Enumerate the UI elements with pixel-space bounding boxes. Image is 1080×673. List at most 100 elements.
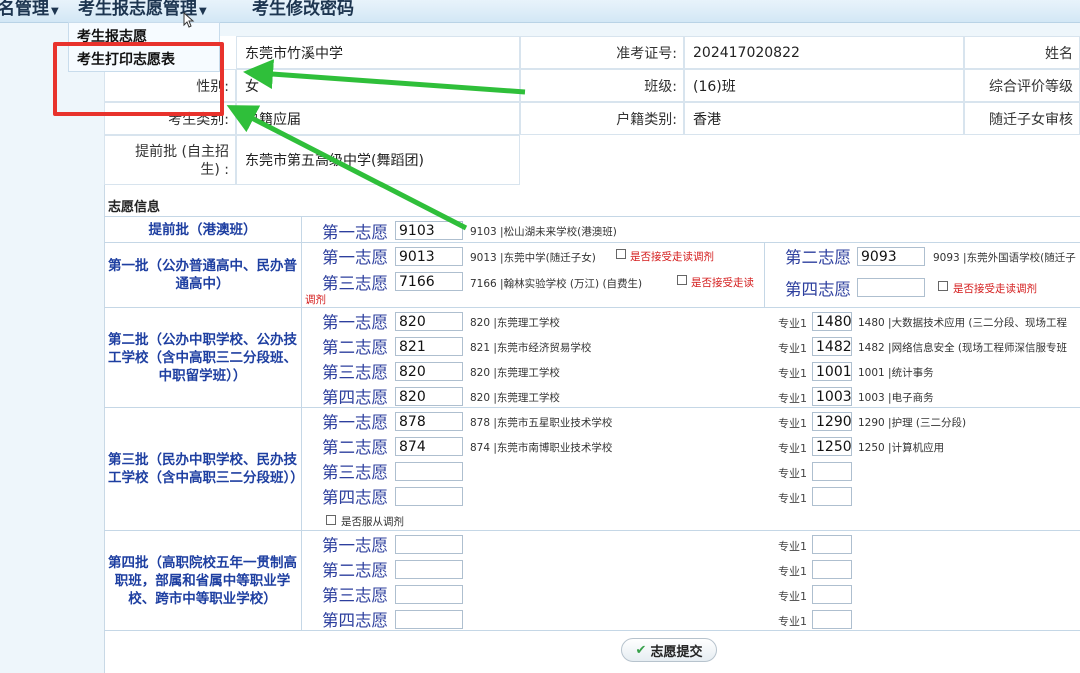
b1-choice-1-input[interactable]: 9013	[395, 247, 463, 266]
b4-choice-4-major-input[interactable]	[812, 610, 852, 629]
b2-choice-2-school: 821 |东莞市经济贸易学校	[470, 342, 592, 354]
early-label-line2: 生) :	[200, 162, 229, 178]
menu-label: 名管理	[0, 0, 49, 19]
caret-down-icon: ▼	[199, 6, 207, 17]
early-label-line1: 提前批 (自主招	[135, 144, 229, 160]
b4-choice-1-major-input[interactable]	[812, 535, 852, 554]
b1-choice-2-input[interactable]: 9093	[857, 247, 925, 266]
choice-3-label: 第三志愿	[322, 463, 388, 482]
b4-choice-3-major-input[interactable]	[812, 585, 852, 604]
b1-adjust-label: 是否接受走读调剂	[953, 283, 1037, 295]
b1-choice-1-school: 9013 |东莞中学(随迁子女)	[470, 252, 596, 264]
major-label: 专业1	[778, 590, 807, 603]
choice-3-label: 第三志愿	[322, 363, 388, 382]
b2-choice-3-school: 820 |东莞理工学校	[470, 367, 560, 379]
name-label: 姓名	[964, 36, 1080, 69]
b3-choice-1-input[interactable]: 878	[395, 412, 463, 431]
submit-button[interactable]: ✔ 志愿提交	[621, 638, 717, 662]
major-label: 专业1	[778, 565, 807, 578]
mouse-cursor-icon	[183, 12, 195, 28]
choice-1-label: 第一志愿	[322, 223, 388, 242]
b3-choice-2-major-input[interactable]: 1250	[812, 437, 852, 456]
b1-adjust-label-wrap: 调剂	[305, 294, 326, 306]
b1-adjust-label: 是否接受走读	[691, 277, 754, 289]
gender-value: 女	[236, 69, 520, 102]
choice-1-label: 第一志愿	[322, 536, 388, 555]
class-value: (16)班	[684, 69, 964, 102]
school-value: 东莞市竹溪中学	[236, 36, 520, 69]
b2-choice-4-major-input[interactable]: 1003	[812, 387, 852, 406]
b4-choice-2-input[interactable]	[395, 560, 463, 579]
hukou-label: 户籍类别:	[520, 102, 684, 135]
b3-choice-3-major-input[interactable]	[812, 462, 852, 481]
b3-choice-3-input[interactable]	[395, 462, 463, 481]
b3-choice-1-major-name: 1290 |护理 (三二分段)	[858, 417, 967, 429]
b2-choice-1-major-name: 1480 |大数据技术应用 (三二分段、现场工程	[858, 317, 1068, 329]
b3-choice-2-major-name: 1250 |计算机应用	[858, 442, 945, 454]
b2-choice-1-input[interactable]: 820	[395, 312, 463, 331]
b3-choice-4-major-input[interactable]	[812, 487, 852, 506]
b2-choice-2-major-input[interactable]: 1482	[812, 337, 852, 356]
b2-choice-2-input[interactable]: 821	[395, 337, 463, 356]
b1-choice-4-input[interactable]	[857, 278, 925, 297]
b2-choice-1-major-input[interactable]: 1480	[812, 312, 852, 331]
choice-4-label: 第四志愿	[322, 611, 388, 630]
major-label: 专业1	[778, 342, 807, 355]
b3-choice-1-major-input[interactable]: 1290	[812, 412, 852, 431]
b4-choice-3-input[interactable]	[395, 585, 463, 604]
choice-2-label: 第二志愿	[322, 338, 388, 357]
type-value: 户籍应届	[236, 102, 520, 135]
caret-down-icon: ▼	[51, 6, 59, 17]
b2-choice-2-major-name: 1482 |网络信息安全 (现场工程师深信服专班	[858, 342, 1068, 354]
sqzn-label: 随迁子女审核	[964, 102, 1080, 135]
early-label: 提前批 (自主招 生) :	[104, 135, 236, 185]
b2-choice-3-major-input[interactable]: 1001	[812, 362, 852, 381]
b2-choice-3-input[interactable]: 820	[395, 362, 463, 381]
b1-adjust-checkbox[interactable]	[616, 249, 626, 259]
top-menu-bar: 名管理 ▼ 考生报志愿管理 ▼ 考生修改密码	[0, 0, 1080, 23]
major-label: 专业1	[778, 392, 807, 405]
major-label: 专业1	[778, 540, 807, 553]
b4-choice-1-input[interactable]	[395, 535, 463, 554]
b2-choice-4-input[interactable]: 820	[395, 387, 463, 406]
choice-3-label: 第三志愿	[322, 274, 388, 293]
choice-2-label: 第二志愿	[322, 438, 388, 457]
b1-choice-3-input[interactable]: 7166	[395, 272, 463, 291]
b4-choice-4-input[interactable]	[395, 610, 463, 629]
class-label: 班级:	[520, 69, 684, 102]
b1-choice-2-school: 9093 |东莞外国语学校(随迁子	[933, 252, 1076, 264]
major-label: 专业1	[778, 417, 807, 430]
b3-choice-2-school: 874 |东莞市南博职业技术学校	[470, 442, 613, 454]
hukou-value: 香港	[684, 102, 964, 135]
early-choice-1-input[interactable]: 9103	[395, 221, 463, 240]
check-icon: ✔	[635, 642, 647, 658]
exam-no-label: 准考证号:	[520, 36, 684, 69]
batch-early-hkmo-label: 提前批（港澳班）	[148, 221, 257, 238]
choice-4-label: 第四志愿	[785, 280, 851, 299]
batch-1-label: 第一批（公办普通高中、民办普通高中）	[108, 258, 297, 292]
b2-choice-4-school: 820 |东莞理工学校	[470, 392, 560, 404]
choice-4-label: 第四志愿	[322, 488, 388, 507]
choice-1-label: 第一志愿	[322, 413, 388, 432]
menu-registration-manage[interactable]: 名管理 ▼	[0, 0, 59, 21]
grid-line	[764, 242, 765, 307]
menu-change-password[interactable]: 考生修改密码	[252, 0, 354, 18]
b1-adjust-checkbox[interactable]	[677, 275, 687, 285]
major-label: 专业1	[778, 467, 807, 480]
b1-adjust-checkbox[interactable]	[938, 281, 948, 291]
highlight-box	[53, 42, 224, 116]
b3-choice-4-input[interactable]	[395, 487, 463, 506]
b3-choice-2-input[interactable]: 874	[395, 437, 463, 456]
b4-choice-2-major-input[interactable]	[812, 560, 852, 579]
choice-1-label: 第一志愿	[322, 313, 388, 332]
b3-obey-checkbox[interactable]	[326, 515, 336, 525]
batch-4-label: 第四批（高职院校五年一贯制高职班，部属和省属中等职业学校、跨市中等职业学校）	[108, 554, 297, 607]
early-value: 东莞市第五高级中学(舞蹈团)	[236, 135, 520, 185]
major-label: 专业1	[778, 317, 807, 330]
major-label: 专业1	[778, 615, 807, 628]
batch-3-label: 第三批（民办中职学校、民办技工学校（含中高职三二分段班））	[108, 452, 304, 486]
b3-obey-label: 是否服从调剂	[341, 516, 404, 528]
batch-2-label: 第二批（公办中职学校、公办技工学校（含中高职三二分段班、中职留学班））	[108, 331, 297, 384]
early-choice-1-school: 9103 |松山湖未来学校(港澳班)	[470, 226, 617, 238]
choice-1-label: 第一志愿	[322, 248, 388, 267]
